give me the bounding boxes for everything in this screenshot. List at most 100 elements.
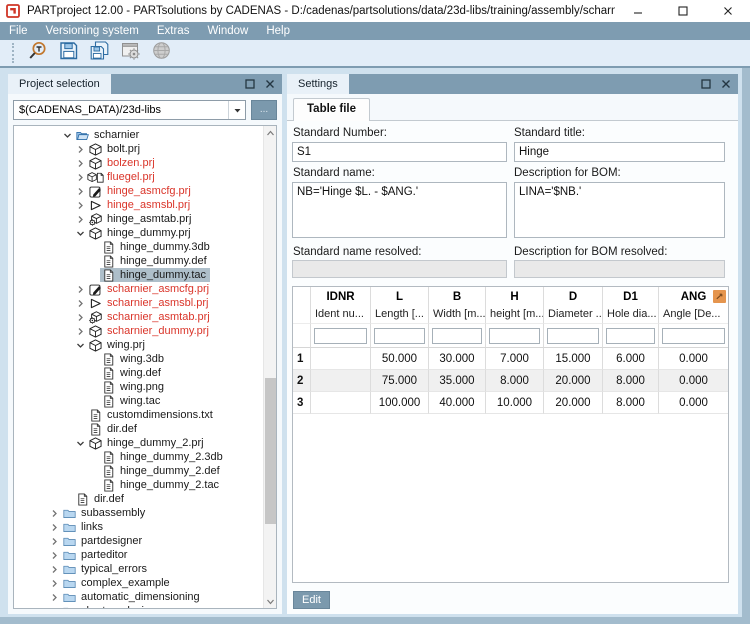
chevron-expanded-icon[interactable] bbox=[74, 340, 87, 351]
chevron-collapsed-icon[interactable] bbox=[48, 578, 61, 589]
chevron-collapsed-icon[interactable] bbox=[74, 214, 87, 225]
column-header-d1[interactable]: D1 bbox=[603, 287, 659, 307]
tab-table-file[interactable]: Table file bbox=[293, 98, 370, 121]
library-path-dropdown[interactable]: $(CADENAS_DATA)/23d-libs bbox=[13, 100, 246, 120]
tree-item-hinge-dummy-2-3db[interactable]: hinge_dummy_2.3db bbox=[14, 450, 262, 464]
project-panel-maximize-button[interactable] bbox=[243, 77, 257, 91]
table-cell[interactable]: 40.000 bbox=[429, 392, 486, 414]
filter-input-b[interactable] bbox=[432, 328, 482, 344]
save-all-button[interactable] bbox=[87, 42, 111, 65]
chevron-collapsed-icon[interactable] bbox=[48, 522, 61, 533]
tree-item-dir-def[interactable]: dir.def bbox=[14, 422, 262, 436]
table-cell[interactable]: 0.000 bbox=[659, 348, 728, 370]
tree-item-hinge-asmcfg-prj[interactable]: hinge_asmcfg.prj bbox=[14, 184, 262, 198]
tree-item-hinge-dummy-def[interactable]: hinge_dummy.def bbox=[14, 254, 262, 268]
table-cell[interactable] bbox=[311, 392, 371, 414]
column-header-b[interactable]: B bbox=[429, 287, 486, 307]
menu-file[interactable]: File bbox=[0, 22, 37, 40]
chevron-expanded-icon[interactable] bbox=[61, 130, 74, 141]
table-cell[interactable]: 8.000 bbox=[603, 370, 659, 392]
column-header-d[interactable]: D bbox=[544, 287, 603, 307]
table-cell[interactable] bbox=[311, 348, 371, 370]
menu-extras[interactable]: Extras bbox=[148, 22, 199, 40]
tree-item-hinge-asmsbl-prj[interactable]: hinge_asmsbl.prj bbox=[14, 198, 262, 212]
publish-web-button[interactable] bbox=[149, 42, 173, 65]
chevron-collapsed-icon[interactable] bbox=[74, 172, 87, 183]
filter-input-l[interactable] bbox=[374, 328, 425, 344]
chevron-collapsed-icon[interactable] bbox=[74, 312, 87, 323]
table-cell[interactable]: 0.000 bbox=[659, 392, 728, 414]
filter-input-ang[interactable] bbox=[662, 328, 725, 344]
tree-item-parteditor[interactable]: parteditor bbox=[14, 548, 262, 562]
tree-item-bolt-prj[interactable]: bolt.prj bbox=[14, 142, 262, 156]
table-cell[interactable]: 30.000 bbox=[429, 348, 486, 370]
table-cell[interactable]: 8.000 bbox=[603, 392, 659, 414]
tree-item-scharnier-asmtab-prj[interactable]: scharnier_asmtab.prj bbox=[14, 310, 262, 324]
chevron-collapsed-icon[interactable] bbox=[48, 536, 61, 547]
table-cell[interactable]: 35.000 bbox=[429, 370, 486, 392]
tree-item-complex-example[interactable]: complex_example bbox=[14, 576, 262, 590]
scroll-down-button[interactable] bbox=[264, 594, 277, 608]
row-number[interactable]: 1 bbox=[293, 348, 311, 370]
standard-title-input[interactable] bbox=[514, 142, 725, 162]
chevron-collapsed-icon[interactable] bbox=[48, 606, 61, 610]
row-number[interactable]: 3 bbox=[293, 392, 311, 414]
menu-help[interactable]: Help bbox=[257, 22, 299, 40]
toolbar-drag-handle[interactable] bbox=[12, 43, 16, 63]
tree-item-customdimensions-txt[interactable]: customdimensions.txt bbox=[14, 408, 262, 422]
column-header-idnr[interactable]: IDNR bbox=[311, 287, 371, 307]
row-number[interactable]: 2 bbox=[293, 370, 311, 392]
settings-panel-close-button[interactable] bbox=[719, 77, 733, 91]
dropdown-arrow-icon[interactable] bbox=[228, 101, 245, 119]
tree-item-hinge-dummy-prj[interactable]: hinge_dummy.prj bbox=[14, 226, 262, 240]
tree-item-bolzen-prj[interactable]: bolzen.prj bbox=[14, 156, 262, 170]
tree-scrollbar[interactable] bbox=[263, 126, 276, 608]
table-cell[interactable]: 75.000 bbox=[371, 370, 429, 392]
close-button[interactable] bbox=[705, 0, 750, 22]
tree-item-automatic-dimensioning[interactable]: automatic_dimensioning bbox=[14, 590, 262, 604]
chevron-collapsed-icon[interactable] bbox=[74, 144, 87, 155]
standard-number-input[interactable] bbox=[292, 142, 507, 162]
tree-item-hinge-dummy-2-tac[interactable]: hinge_dummy_2.tac bbox=[14, 478, 262, 492]
project-panel-close-button[interactable] bbox=[263, 77, 277, 91]
column-header-ang[interactable]: ANG bbox=[659, 287, 728, 307]
tree-item-shortened-view[interactable]: shortened_view bbox=[14, 604, 262, 609]
table-cell[interactable]: 100.000 bbox=[371, 392, 429, 414]
chevron-collapsed-icon[interactable] bbox=[74, 326, 87, 337]
tree-item-links[interactable]: links bbox=[14, 520, 262, 534]
standard-name-textarea[interactable]: NB='Hinge $L. - $ANG.' bbox=[292, 182, 507, 238]
scroll-up-button[interactable] bbox=[264, 126, 277, 140]
chevron-collapsed-icon[interactable] bbox=[48, 592, 61, 603]
table-cell[interactable]: 6.000 bbox=[603, 348, 659, 370]
tree-item-dir-def[interactable]: dir.def bbox=[14, 492, 262, 506]
tree-item-hinge-dummy-tac[interactable]: hinge_dummy.tac bbox=[14, 268, 262, 282]
filter-input-idnr[interactable] bbox=[314, 328, 367, 344]
tree-item-partdesigner[interactable]: partdesigner bbox=[14, 534, 262, 548]
table-cell[interactable]: 8.000 bbox=[486, 370, 544, 392]
chevron-expanded-icon[interactable] bbox=[74, 438, 87, 449]
tree-item-wing-3db[interactable]: wing.3db bbox=[14, 352, 262, 366]
chevron-collapsed-icon[interactable] bbox=[48, 550, 61, 561]
tree-item-subassembly[interactable]: subassembly bbox=[14, 506, 262, 520]
chevron-collapsed-icon[interactable] bbox=[74, 284, 87, 295]
tree-item-fluegel-prj[interactable]: fluegel.prj bbox=[14, 170, 262, 184]
tree-item-wing-prj[interactable]: wing.prj bbox=[14, 338, 262, 352]
ang-highlight-icon[interactable] bbox=[713, 290, 726, 303]
tree-item-scharnier[interactable]: scharnier bbox=[14, 128, 262, 142]
tree-item-hinge-dummy-2-prj[interactable]: hinge_dummy_2.prj bbox=[14, 436, 262, 450]
save-button[interactable] bbox=[56, 42, 80, 65]
table-cell[interactable]: 7.000 bbox=[486, 348, 544, 370]
filter-input-h[interactable] bbox=[489, 328, 540, 344]
table-cell[interactable] bbox=[311, 370, 371, 392]
chevron-collapsed-icon[interactable] bbox=[48, 508, 61, 519]
tree-item-scharnier-dummy-prj[interactable]: scharnier_dummy.prj bbox=[14, 324, 262, 338]
table-cell[interactable]: 20.000 bbox=[544, 370, 603, 392]
batch-run-button[interactable] bbox=[118, 42, 142, 65]
table-cell[interactable]: 0.000 bbox=[659, 370, 728, 392]
edit-button[interactable]: Edit bbox=[293, 591, 330, 609]
tree-item-wing-tac[interactable]: wing.tac bbox=[14, 394, 262, 408]
tree-item-hinge-asmtab-prj[interactable]: hinge_asmtab.prj bbox=[14, 212, 262, 226]
settings-panel-maximize-button[interactable] bbox=[699, 77, 713, 91]
bom-description-textarea[interactable]: LINA='$NB.' bbox=[514, 182, 725, 238]
tree-item-wing-def[interactable]: wing.def bbox=[14, 366, 262, 380]
